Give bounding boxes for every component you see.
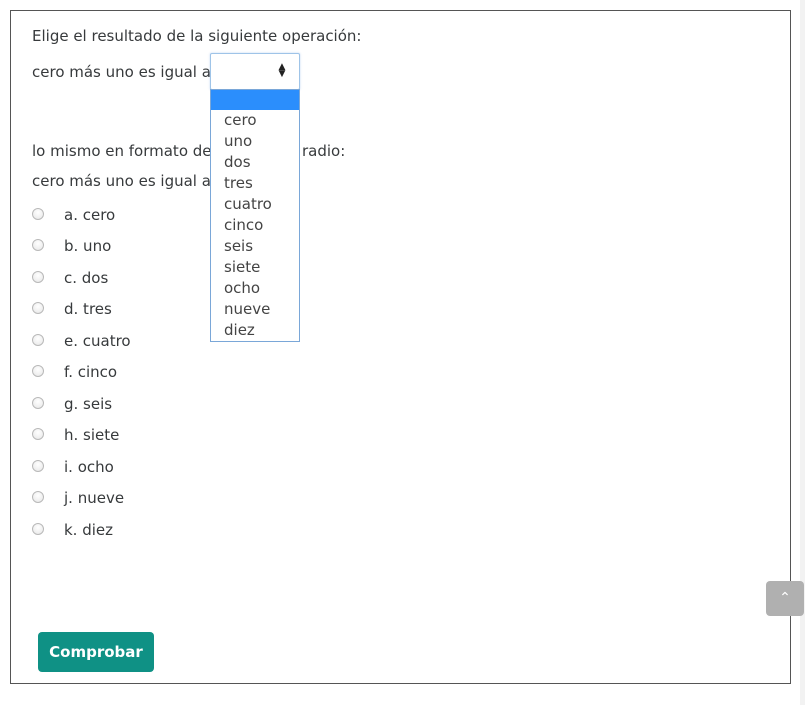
dropdown-option-blank[interactable] [211, 90, 299, 110]
dropdown-option[interactable]: seis [211, 236, 299, 257]
radio-button[interactable] [32, 397, 44, 409]
answer-select[interactable]: ▲ ▼ [210, 53, 300, 90]
radio-button[interactable] [32, 271, 44, 283]
dropdown-option[interactable]: uno [211, 131, 299, 152]
dropdown-option[interactable]: diez [211, 320, 299, 341]
radio-button[interactable] [32, 460, 44, 472]
radio-option-label[interactable]: a. cero [64, 205, 115, 225]
radio-option-label[interactable]: b. uno [64, 236, 111, 256]
dropdown-option[interactable]: cero [211, 110, 299, 131]
radio-button[interactable] [32, 491, 44, 503]
radio-button[interactable] [32, 334, 44, 346]
answer-select-dropdown[interactable]: cero uno dos tres cuatro cinco seis siet… [210, 89, 300, 342]
dropdown-option[interactable]: cuatro [211, 194, 299, 215]
dropdown-option[interactable]: nueve [211, 299, 299, 320]
question2-prompt-left: lo mismo en formato de [32, 142, 212, 160]
dropdown-option[interactable]: cinco [211, 215, 299, 236]
radio-option-label[interactable]: f. cinco [64, 362, 117, 382]
dropdown-option[interactable]: siete [211, 257, 299, 278]
radio-option-label[interactable]: c. dos [64, 268, 108, 288]
radio-button[interactable] [32, 239, 44, 251]
dropdown-option[interactable]: ocho [211, 278, 299, 299]
radio-option-label[interactable]: j. nueve [64, 488, 124, 508]
scroll-to-top-button[interactable]: ⌃ [766, 581, 804, 616]
radio-option-label[interactable]: g. seis [64, 394, 112, 414]
dropdown-option[interactable]: tres [211, 173, 299, 194]
sort-arrows-icon: ▲ ▼ [278, 62, 286, 79]
dropdown-option[interactable]: dos [211, 152, 299, 173]
radio-option-label[interactable]: i. ocho [64, 457, 114, 477]
question2-prompt-right: radio: [302, 142, 346, 160]
radio-button[interactable] [32, 208, 44, 220]
radio-option-label[interactable]: e. cuatro [64, 331, 131, 351]
question1-operation-label: cero más uno es igual a [32, 63, 211, 81]
radio-option-label[interactable]: h. siete [64, 425, 119, 445]
radio-button[interactable] [32, 365, 44, 377]
radio-option-label[interactable]: d. tres [64, 299, 112, 319]
check-button[interactable]: Comprobar [38, 632, 154, 672]
question2-operation-label: cero más uno es igual a [32, 172, 211, 190]
radio-button[interactable] [32, 523, 44, 535]
chevron-up-icon: ⌃ [779, 590, 791, 606]
radio-button[interactable] [32, 302, 44, 314]
question1-prompt: Elige el resultado de la siguiente opera… [32, 27, 362, 45]
radio-option-label[interactable]: k. diez [64, 520, 113, 540]
radio-button[interactable] [32, 428, 44, 440]
